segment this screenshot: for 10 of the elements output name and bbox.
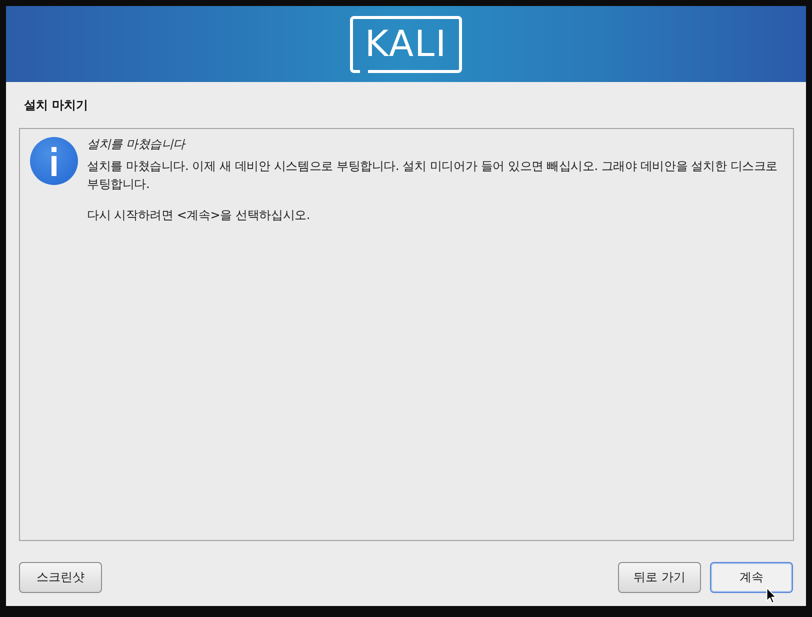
page-title: 설치 마치기 [24,98,88,112]
mouse-cursor-icon [766,587,777,604]
message-paragraph: 설치를 마쳤습니다. 이제 새 데비안 시스템으로 부팅합니다. 설치 미디어가 들어 있으면 빼십시오. 그래야 데비안을 설치한 디스크로 부팅합니다. [87,158,778,193]
kali-logo: KALI [350,16,462,72]
message-heading: 설치를 마쳤습니다 [87,136,187,153]
info-icon [30,137,78,185]
screenshot-button[interactable]: 스크린샷 [19,562,102,593]
back-button[interactable]: 뒤로 가기 [618,562,701,593]
continue-button[interactable]: 계속 [710,562,793,593]
message-paragraph: 다시 시작하려면 <계속>을 선택하십시오. [87,207,311,224]
